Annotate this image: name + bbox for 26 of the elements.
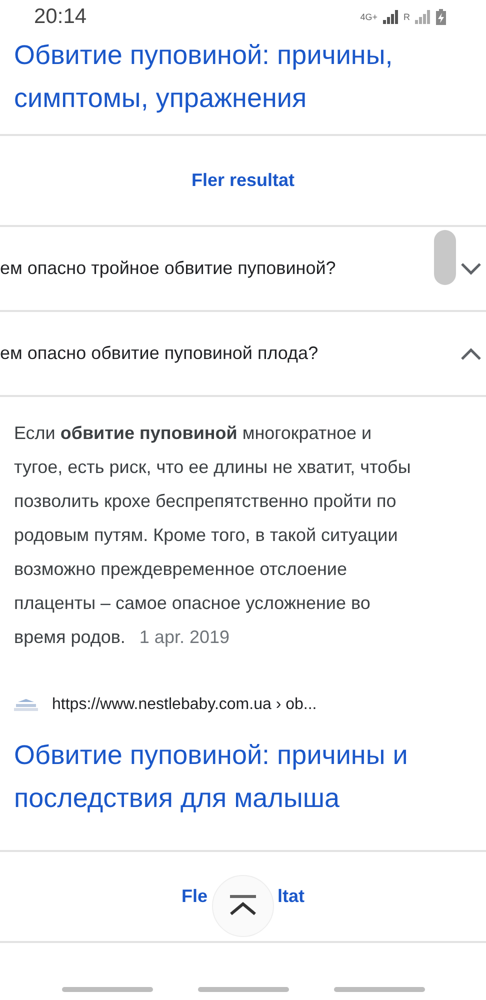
question-row[interactable]: ем опасно тройное обвитие пуповиной? (0, 227, 486, 310)
signal-icon (382, 10, 398, 24)
result-title-link[interactable]: Обвитие пуповиной: причины, симптомы, упражнения (0, 34, 486, 134)
scrollbar-thumb[interactable] (434, 230, 456, 285)
source-url: https://www.nestlebaby.com.ua › ob... (52, 696, 317, 714)
nav-handle[interactable] (198, 987, 288, 992)
chevron-up-icon[interactable] (460, 346, 482, 360)
question-text: ем опасно тройное обвитие пуповиной? (0, 258, 336, 279)
signal-icon (415, 10, 431, 24)
battery-charging-icon (436, 9, 446, 25)
answer-date: 1 apr. 2019 (139, 627, 230, 647)
question-text: ем опасно обвитие пуповиной плода? (0, 343, 318, 364)
nav-handle[interactable] (62, 987, 152, 992)
more-results-link[interactable]: Fler resultat (0, 136, 486, 225)
question-row[interactable]: ем опасно обвитие пуповиной плода? (0, 312, 486, 395)
more-results-link[interactable]: Fle (181, 886, 208, 907)
roaming-indicator: R (404, 12, 410, 22)
scroll-to-top-icon (228, 894, 256, 916)
more-results-link[interactable]: ltat (278, 886, 304, 907)
network-type: 4G+ (360, 12, 378, 22)
chevron-down-icon[interactable] (460, 262, 482, 276)
answer-text: Если обвитие пуповиной многократное и тугое, есть риск, что ее длины не хватит, чтобы позволить крохе беспрепятственно пройти по родовым путям. Кроме того, в такой ситуации возможно преждевременное отслоение плаценты – самое опасное усложнение во время родов. 1 apr. 2019 (13, 422, 412, 649)
nav-handle[interactable] (334, 987, 424, 992)
status-time: 20:14 (34, 5, 87, 29)
site-favicon-icon (14, 698, 38, 712)
source-title-link[interactable]: Обвитие пуповиной: причины и последствия для малыша (0, 714, 486, 850)
